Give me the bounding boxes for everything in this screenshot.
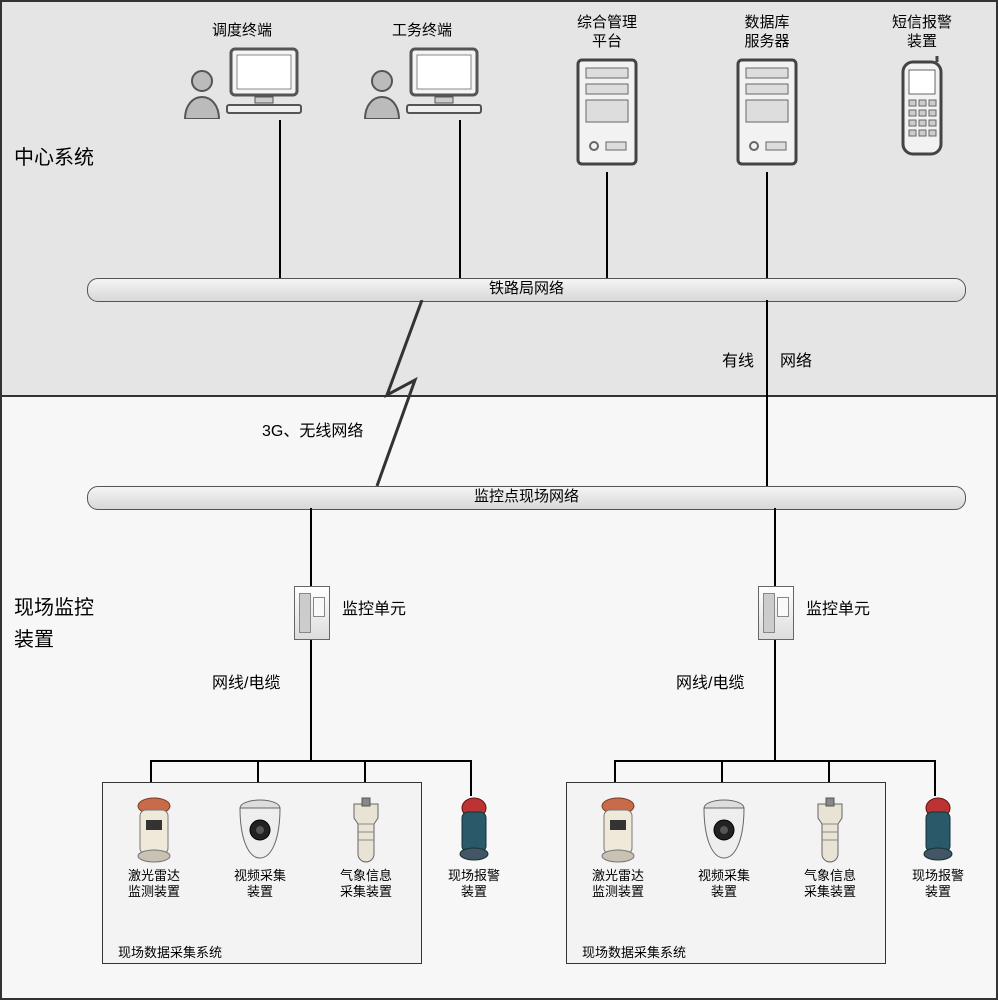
database-server: 数据库 服务器 <box>702 14 832 168</box>
link-line <box>279 120 281 278</box>
link-line <box>310 508 312 588</box>
server-icon <box>732 56 802 168</box>
sensor-icon <box>344 796 388 864</box>
link-line <box>774 640 776 760</box>
beacon-icon <box>918 796 958 864</box>
lidar-device-1: 激光雷达 监测装置 <box>114 796 194 899</box>
user-icon <box>181 67 223 119</box>
wired-label-left: 有线 <box>722 352 754 373</box>
wireless-label: 3G、无线网络 <box>262 422 363 443</box>
monitor-icon <box>225 45 303 119</box>
link-line <box>459 120 461 278</box>
work-terminal: 工务终端 <box>332 22 512 119</box>
dispatch-terminal: 调度终端 <box>152 22 332 119</box>
site-network-bus: 监控点现场网络 <box>87 486 966 510</box>
cable-label-2: 网线/电缆 <box>676 674 744 695</box>
sensor-icon <box>808 796 852 864</box>
video-label: 视频采集 装置 <box>684 868 764 899</box>
lidar-icon <box>596 796 640 864</box>
video-label: 视频采集 装置 <box>220 868 300 899</box>
video-device-2: 视频采集 装置 <box>684 796 764 899</box>
sms-alarm: 短信报警 装置 <box>862 14 982 160</box>
link-line <box>310 640 312 760</box>
weather-device-1: 气象信息 采集装置 <box>326 796 406 899</box>
diagram-canvas: 中心系统 现场监控 装置 调度终端 工务终端 综合管理 平台 数据库 服务器 短… <box>0 0 998 1000</box>
field-data-box-1-label: 现场数据采集系统 <box>118 942 222 961</box>
alarm-label: 现场报警 装置 <box>898 868 978 899</box>
alarm-label: 现场报警 装置 <box>434 868 514 899</box>
lidar-label: 激光雷达 监测装置 <box>114 868 194 899</box>
wired-label-right: 网络 <box>780 352 812 373</box>
link-line <box>150 760 472 762</box>
lidar-label: 激光雷达 监测装置 <box>578 868 658 899</box>
monitor-icon <box>405 45 483 119</box>
link-line <box>766 172 768 278</box>
field-device-label: 现场监控 装置 <box>14 592 94 656</box>
link-line <box>614 760 936 762</box>
rail-network-bus: 铁路局网络 <box>87 278 966 302</box>
work-label: 工务终端 <box>332 22 512 41</box>
monitor-unit-2 <box>758 586 794 640</box>
sms-label: 短信报警 装置 <box>862 14 982 52</box>
beacon-icon <box>454 796 494 864</box>
video-device-1: 视频采集 装置 <box>220 796 300 899</box>
dispatch-label: 调度终端 <box>152 22 332 41</box>
platform-label: 综合管理 平台 <box>542 14 672 52</box>
alarm-device-1: 现场报警 装置 <box>434 796 514 899</box>
weather-label: 气象信息 采集装置 <box>790 868 870 899</box>
weather-label: 气象信息 采集装置 <box>326 868 406 899</box>
link-line <box>774 508 776 588</box>
center-system-label: 中心系统 <box>14 142 94 174</box>
wireless-bolt-icon <box>367 300 437 486</box>
camera-icon <box>697 796 751 864</box>
cable-label-1: 网线/电缆 <box>212 674 280 695</box>
monitor-unit-1 <box>294 586 330 640</box>
lidar-device-2: 激光雷达 监测装置 <box>578 796 658 899</box>
link-line <box>934 760 936 796</box>
monitor-unit-2-label: 监控单元 <box>806 600 870 621</box>
link-line <box>470 760 472 796</box>
camera-icon <box>233 796 287 864</box>
weather-device-2: 气象信息 采集装置 <box>790 796 870 899</box>
server-icon <box>572 56 642 168</box>
user-icon <box>361 67 403 119</box>
field-data-box-2-label: 现场数据采集系统 <box>582 942 686 961</box>
link-line <box>606 172 608 278</box>
phone-icon <box>895 56 949 160</box>
db-label: 数据库 服务器 <box>702 14 832 52</box>
management-platform: 综合管理 平台 <box>542 14 672 168</box>
monitor-unit-1-label: 监控单元 <box>342 600 406 621</box>
alarm-device-2: 现场报警 装置 <box>898 796 978 899</box>
wired-link-line <box>766 300 768 486</box>
lidar-icon <box>132 796 176 864</box>
